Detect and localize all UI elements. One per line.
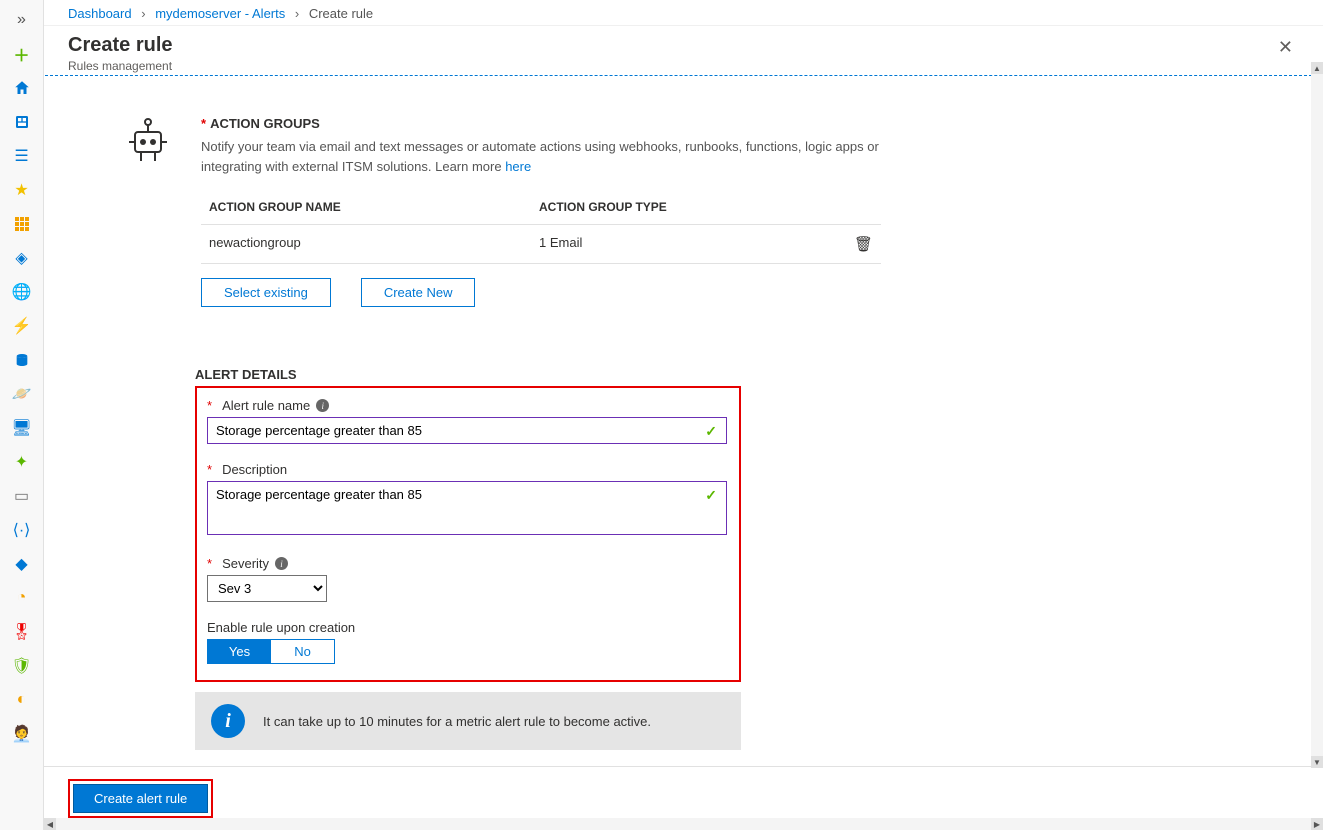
action-groups-title: ACTION GROUPS xyxy=(210,116,320,131)
delete-icon[interactable]: 🗑 xyxy=(854,236,873,253)
star-icon[interactable]: ★ xyxy=(8,178,36,202)
description-input[interactable]: Storage percentage greater than 85 xyxy=(207,481,727,535)
cost-icon[interactable]: ◐ xyxy=(8,688,36,712)
create-new-button[interactable]: Create New xyxy=(361,278,476,307)
info-banner: i It can take up to 10 minutes for a met… xyxy=(195,692,741,750)
page-header: Create rule Rules management ✕ xyxy=(44,26,1323,75)
page-title: Create rule xyxy=(68,34,173,57)
support-icon[interactable]: 🧑‍💼 xyxy=(8,722,36,746)
vnet-icon[interactable]: ⟨·⟩ xyxy=(8,518,36,542)
globe-icon[interactable]: 🌐 xyxy=(8,280,36,304)
main-area: Dashboard › mydemoserver - Alerts › Crea… xyxy=(44,0,1323,830)
expand-icon[interactable]: » xyxy=(8,8,36,32)
monitor-icon[interactable]: 🖥 xyxy=(8,416,36,440)
load-balancer-icon[interactable]: ✦ xyxy=(8,450,36,474)
info-circle-icon: i xyxy=(211,704,245,738)
action-group-table: ACTION GROUP NAME ACTION GROUP TYPE newa… xyxy=(201,190,881,264)
ag-col-type-header: ACTION GROUP TYPE xyxy=(539,200,819,214)
severity-select[interactable]: Sev 3 xyxy=(207,575,327,602)
alert-name-label: Alert rule name xyxy=(222,398,310,413)
robot-icon xyxy=(125,116,171,169)
valid-check-icon: ✓ xyxy=(705,423,717,440)
action-group-row: newactiongroup 1 Email 🗑 xyxy=(201,225,881,264)
breadcrumb-current: Create rule xyxy=(309,6,373,21)
home-icon[interactable] xyxy=(8,76,36,100)
dashboard-icon[interactable] xyxy=(8,110,36,134)
advisor-icon[interactable]: ◔ xyxy=(8,586,36,610)
breadcrumb-link-1[interactable]: mydemoserver - Alerts xyxy=(155,6,285,21)
info-icon[interactable]: i xyxy=(275,557,288,570)
create-alert-rule-button[interactable]: Create alert rule xyxy=(73,784,208,813)
breadcrumb-link-0[interactable]: Dashboard xyxy=(68,6,132,21)
storage-icon[interactable]: ▭ xyxy=(8,484,36,508)
learn-more-link[interactable]: here xyxy=(505,159,531,174)
alert-details-highlight: *Alert rule name i ✓ *Description Storag… xyxy=(195,386,741,682)
alert-details-heading: ALERT DETAILS xyxy=(195,367,1262,382)
ag-row-name: newactiongroup xyxy=(209,235,539,253)
sql-icon[interactable] xyxy=(8,348,36,372)
valid-check-icon: ✓ xyxy=(705,487,717,504)
left-nav-sidebar: » ＋ ☰ ★ ◈ 🌐 ⚡ 🪐 🖥 ✦ ▭ ⟨·⟩ ◆ ◔ 🎖 🛡 ◐ 🧑‍💼 xyxy=(0,0,44,830)
enable-label: Enable rule upon creation xyxy=(207,620,355,635)
function-icon[interactable]: ⚡ xyxy=(8,314,36,338)
alert-rule-name-input[interactable] xyxy=(207,417,727,444)
cosmos-icon[interactable]: 🪐 xyxy=(8,382,36,406)
close-icon[interactable]: ✕ xyxy=(1272,34,1299,60)
diamond-icon[interactable]: ◆ xyxy=(8,552,36,576)
toggle-no[interactable]: No xyxy=(271,640,334,663)
cube-icon[interactable]: ◈ xyxy=(8,246,36,270)
vertical-scrollbar[interactable]: ▲ ▼ xyxy=(1311,62,1323,768)
shield-icon[interactable]: 🛡 xyxy=(8,654,36,678)
grid-icon[interactable] xyxy=(8,212,36,236)
info-icon[interactable]: i xyxy=(316,399,329,412)
create-button-highlight: Create alert rule xyxy=(68,779,213,818)
security-icon[interactable]: 🎖 xyxy=(8,620,36,644)
ag-row-type: 1 Email xyxy=(539,235,819,253)
ag-col-name-header: ACTION GROUP NAME xyxy=(209,200,539,214)
enable-toggle[interactable]: Yes No xyxy=(207,639,335,664)
breadcrumb: Dashboard › mydemoserver - Alerts › Crea… xyxy=(44,0,1323,26)
toggle-yes[interactable]: Yes xyxy=(208,640,271,663)
select-existing-button[interactable]: Select existing xyxy=(201,278,331,307)
horizontal-scrollbar[interactable]: ◀ ▶ xyxy=(44,818,1323,830)
info-banner-text: It can take up to 10 minutes for a metri… xyxy=(263,714,651,729)
list-icon[interactable]: ☰ xyxy=(8,144,36,168)
add-icon[interactable]: ＋ xyxy=(8,42,36,66)
action-groups-desc: Notify your team via email and text mess… xyxy=(201,137,901,176)
description-label: Description xyxy=(222,462,287,477)
page-subtitle: Rules management xyxy=(68,59,173,73)
severity-label: Severity xyxy=(222,556,269,571)
